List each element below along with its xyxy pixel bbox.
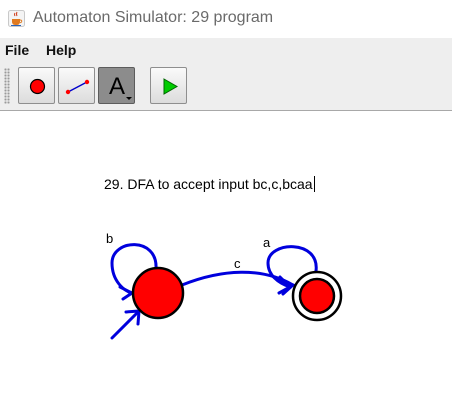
red-circle-icon	[29, 78, 46, 95]
edge-label-b[interactable]: b	[106, 231, 113, 246]
menu-bar: File Help	[0, 38, 452, 62]
dropdown-triangle-icon	[126, 97, 132, 100]
edge-label-c[interactable]: c	[234, 256, 241, 271]
menu-file[interactable]: File	[5, 42, 29, 58]
start-arrow	[110, 309, 141, 340]
edge-label-a[interactable]: a	[263, 235, 270, 250]
transition-tool-button[interactable]	[58, 67, 95, 104]
state-q0[interactable]	[131, 266, 185, 320]
text-tool-button[interactable]: A	[98, 67, 135, 104]
state-tool-button[interactable]	[18, 67, 55, 104]
window-title: Automaton Simulator: 29 program	[33, 9, 274, 26]
java-cup-icon	[8, 10, 25, 27]
letter-a-icon: A	[109, 73, 132, 100]
transition-q0-q1	[180, 270, 296, 296]
toolbar: A	[0, 62, 452, 111]
automaton-canvas[interactable]: 29. DFA to accept input bc,c,bcaa b c a	[0, 111, 452, 406]
green-play-icon	[163, 78, 179, 95]
text-tool-glyph: A	[109, 73, 125, 100]
menu-help[interactable]: Help	[46, 42, 76, 58]
simulate-button[interactable]	[150, 67, 187, 104]
automaton-diagram	[110, 243, 343, 340]
edge-icon	[65, 79, 90, 95]
title-bar: Automaton Simulator: 29 program	[0, 0, 452, 38]
toolbar-grip[interactable]	[4, 68, 10, 104]
state-q1-accepting[interactable]	[291, 270, 343, 322]
